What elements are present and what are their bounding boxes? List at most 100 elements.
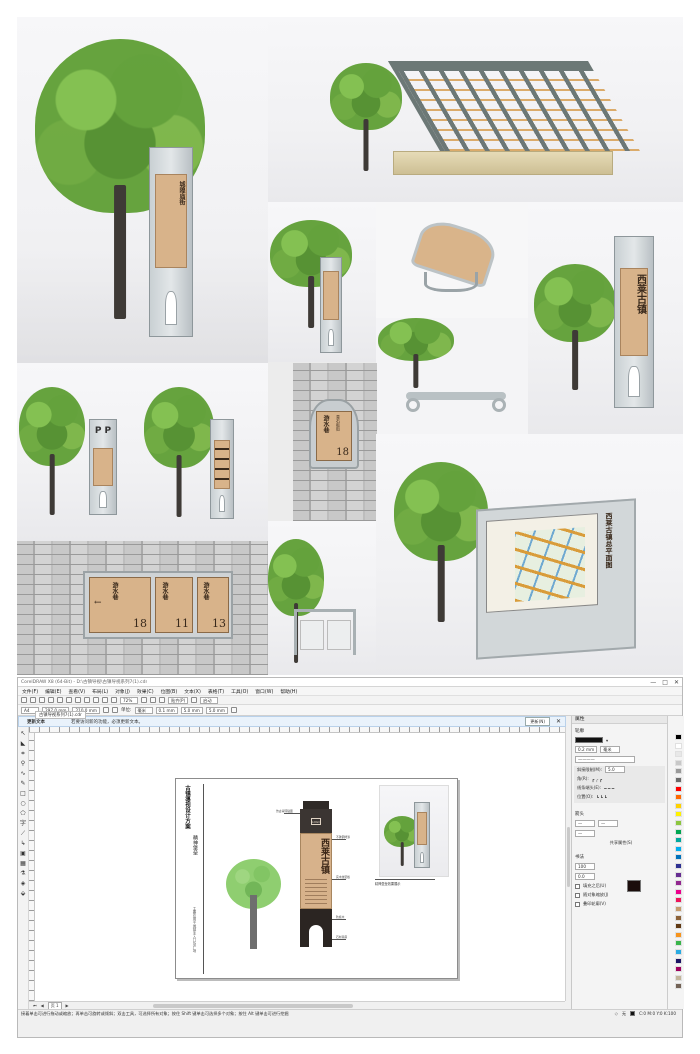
rulers-icon[interactable] — [150, 697, 156, 703]
menu-bitmaps[interactable]: 位图(B) — [161, 688, 178, 695]
palette-swatch[interactable] — [675, 802, 682, 809]
nudge-distance-field[interactable]: 0.1 mm — [155, 706, 178, 714]
transparency-tool-icon[interactable]: ▦ — [20, 861, 26, 867]
save-icon[interactable] — [39, 697, 45, 703]
open-icon[interactable] — [30, 697, 36, 703]
palette-swatch[interactable] — [675, 837, 682, 844]
palette-swatch[interactable] — [675, 880, 682, 887]
menu-text[interactable]: 文本(X) — [184, 688, 201, 695]
interactive-fill-icon[interactable]: ◈ — [21, 881, 26, 887]
options-icon[interactable] — [191, 697, 198, 703]
full-screen-icon[interactable] — [141, 697, 147, 703]
eyedropper-tool-icon[interactable]: ⚗ — [20, 871, 25, 877]
outline-color-swatch[interactable] — [575, 737, 603, 743]
position-options-icon[interactable]: ┗ ┗ ┗ — [596, 795, 606, 800]
print-icon[interactable] — [48, 697, 54, 703]
palette-swatch[interactable] — [675, 871, 682, 878]
import-icon[interactable] — [102, 697, 108, 703]
palette-swatch[interactable] — [675, 768, 682, 775]
start-arrow-dropdown[interactable]: — — [575, 820, 595, 827]
menu-object[interactable]: 对象(J) — [115, 688, 130, 695]
miter-field[interactable]: 5.0 — [605, 766, 626, 773]
drawing-canvas[interactable]: 古镇導视设计方案 精神堡垒 主要应用于城镇主入口及广场 LOGO 西莱古镇 仿古… — [35, 733, 565, 1001]
zoom-tool-icon[interactable]: ⚲ — [21, 761, 25, 767]
pick-tool-icon[interactable]: ↖ — [20, 731, 25, 737]
status-outline-swatch[interactable] — [630, 1011, 636, 1016]
minimize-button[interactable]: — — [650, 679, 656, 686]
palette-swatch[interactable] — [675, 845, 682, 852]
close-button[interactable]: ✕ — [674, 679, 679, 686]
palette-swatch[interactable] — [675, 940, 682, 947]
undo-icon[interactable] — [84, 697, 90, 703]
angle-field[interactable]: 0.0 — [575, 873, 595, 880]
palette-swatch[interactable] — [675, 863, 682, 869]
cut-icon[interactable] — [57, 697, 63, 703]
overprint-checkbox[interactable] — [575, 901, 580, 907]
palette-swatch[interactable] — [675, 957, 682, 964]
arrow-style-dropdown[interactable]: — — [575, 830, 595, 837]
outline-color-dropdown-icon[interactable]: ▾ — [606, 738, 608, 743]
new-document-icon[interactable] — [21, 697, 27, 703]
palette-swatch[interactable] — [675, 949, 682, 955]
landscape-icon[interactable] — [111, 707, 118, 713]
stretch-field[interactable]: 100 — [575, 863, 595, 870]
pylon-drawing[interactable]: LOGO 西莱古镇 — [300, 801, 332, 947]
palette-swatch[interactable] — [675, 734, 682, 740]
maximize-button[interactable]: □ — [662, 679, 668, 686]
palette-swatch[interactable] — [675, 785, 682, 792]
zoom-level-field[interactable]: 72% — [120, 696, 138, 704]
redo-icon[interactable] — [93, 697, 99, 703]
palette-swatch[interactable] — [675, 914, 682, 921]
tree-drawing[interactable] — [226, 859, 281, 949]
palette-swatch[interactable] — [675, 828, 682, 835]
outline-width-field[interactable]: 0.2 mm — [575, 746, 598, 753]
cap-options-icon[interactable]: ━ ━ ━ — [604, 786, 614, 791]
shared-attributes-label[interactable]: 共享属性(S) — [610, 840, 633, 846]
palette-swatch[interactable] — [675, 888, 682, 895]
end-arrow-dropdown[interactable]: — — [598, 820, 618, 827]
menu-edit[interactable]: 编辑(E) — [45, 688, 61, 695]
palette-swatch[interactable] — [675, 906, 682, 912]
next-page-icon[interactable]: ▶ — [66, 1003, 69, 1008]
menu-file[interactable]: 文件(F) — [22, 688, 38, 695]
line-style-dropdown[interactable]: ———— — [575, 756, 635, 763]
text-tool-icon[interactable]: 字 — [20, 821, 26, 827]
menu-help[interactable]: 帮助(H) — [280, 688, 297, 695]
menu-view[interactable]: 查看(V) — [68, 688, 85, 695]
palette-swatch[interactable] — [675, 820, 682, 826]
copy-icon[interactable] — [66, 697, 72, 703]
parallel-dimension-icon[interactable]: ⟋ — [21, 831, 25, 837]
horizontal-scrollbar[interactable] — [152, 1003, 353, 1008]
polygon-tool-icon[interactable]: ⬠ — [20, 811, 25, 817]
close-banner-icon[interactable]: ✕ — [556, 718, 561, 725]
shape-tool-icon[interactable]: ◣ — [21, 741, 26, 747]
palette-swatch[interactable] — [675, 966, 682, 973]
rectangle-tool-icon[interactable]: □ — [20, 791, 26, 797]
menu-layout[interactable]: 布局(L) — [92, 688, 108, 695]
scale-with-object-checkbox[interactable] — [575, 892, 580, 898]
export-icon[interactable] — [111, 697, 117, 703]
palette-swatch[interactable] — [675, 983, 682, 990]
page-options-icon[interactable] — [230, 707, 237, 713]
launch-dropdown[interactable]: 启动 — [200, 696, 219, 704]
palette-swatch[interactable] — [675, 854, 682, 861]
palette-swatch[interactable] — [675, 974, 682, 981]
menu-tools[interactable]: 工具(O) — [231, 688, 248, 695]
palette-swatch[interactable] — [675, 794, 682, 801]
freehand-tool-icon[interactable]: ∿ — [20, 771, 25, 777]
duplicate-x-field[interactable]: 5.0 mm — [180, 706, 203, 714]
palette-swatch[interactable] — [675, 811, 682, 818]
smart-fill-icon[interactable]: ⬙ — [21, 891, 26, 897]
fill-behind-checkbox[interactable] — [575, 883, 580, 889]
duplicate-y-field[interactable]: 5.0 mm — [205, 706, 228, 714]
update-button[interactable]: 更新(N) — [525, 717, 550, 726]
grid-icon[interactable] — [159, 697, 165, 703]
document-tab[interactable]: 古镇导视系列7(1).cdr — [35, 711, 86, 719]
paste-icon[interactable] — [75, 697, 81, 703]
artistic-media-icon[interactable]: ✎ — [20, 781, 25, 787]
palette-swatch[interactable] — [675, 751, 682, 758]
artboard-page[interactable]: 古镇導视设计方案 精神堡垒 主要应用于城镇主入口及广场 LOGO 西莱古镇 仿古… — [175, 778, 458, 979]
palette-swatch[interactable] — [675, 931, 682, 938]
drop-shadow-icon[interactable]: ▣ — [20, 851, 26, 857]
palette-swatch[interactable] — [675, 777, 682, 783]
